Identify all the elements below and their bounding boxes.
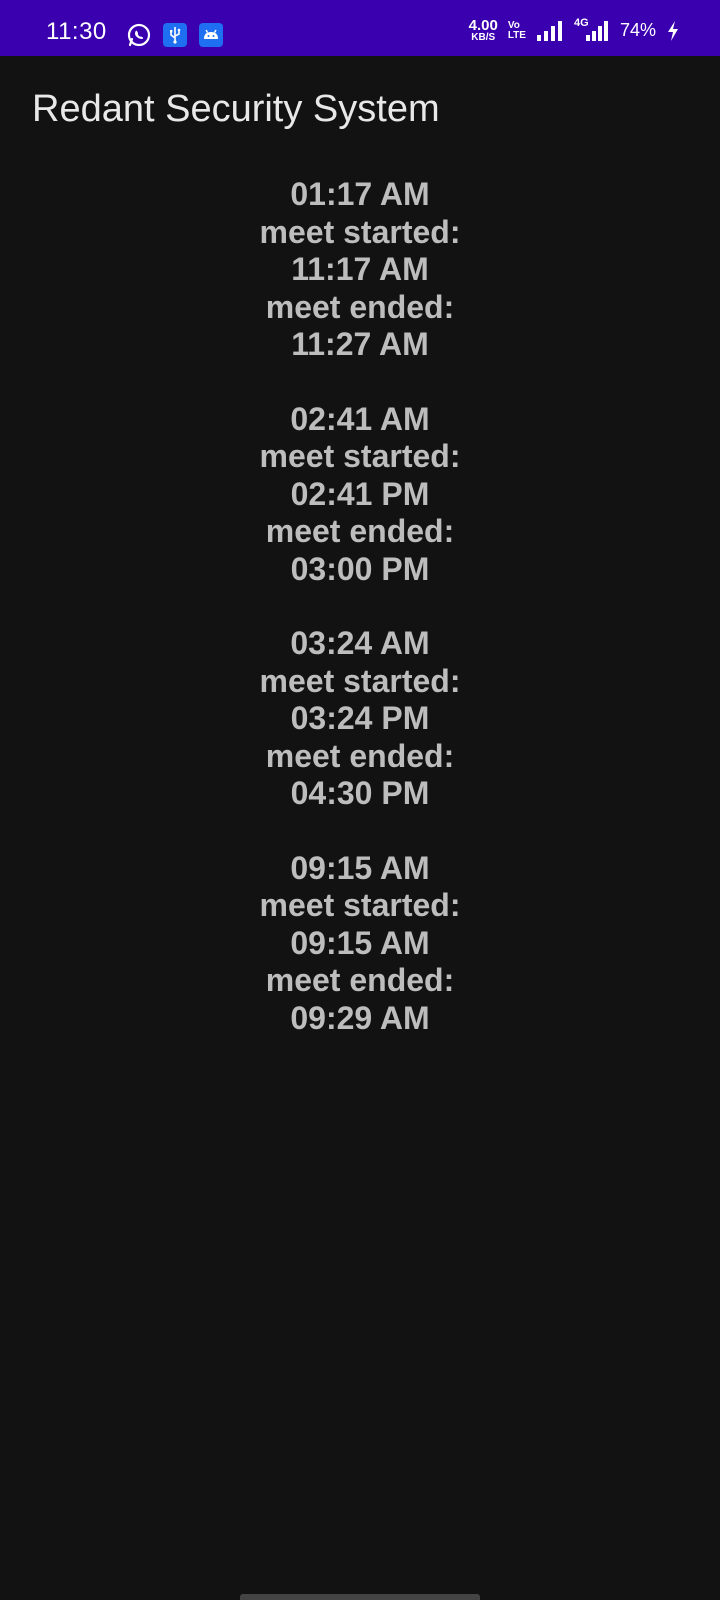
meet-ended-label: meet ended: bbox=[265, 513, 455, 549]
entry-time: 02:41 AM bbox=[290, 400, 430, 437]
signal-icon bbox=[536, 20, 562, 41]
meet-started-label: meet started: bbox=[259, 438, 461, 474]
entry-time: 09:15 AM bbox=[290, 849, 430, 886]
meet-started-time: 02:41 PM bbox=[290, 475, 430, 512]
meet-ended-label: meet ended: bbox=[265, 962, 455, 998]
meet-ended-time: 09:29 AM bbox=[290, 999, 430, 1036]
usb-icon bbox=[163, 23, 187, 47]
meet-started-label: meet started: bbox=[259, 887, 461, 923]
meet-started-label: meet started: bbox=[259, 213, 461, 250]
whatsapp-icon bbox=[127, 23, 151, 47]
system-indicators: 4.00 KB/S Vo LTE 4G 74% bbox=[468, 17, 680, 43]
battery-percent: 74% bbox=[619, 20, 656, 40]
meet-started-time: 03:24 PM bbox=[290, 700, 430, 736]
log-entry: 02:41 AM meet started: 02:41 PM meet end… bbox=[0, 401, 720, 589]
meet-ended-label: meet ended: bbox=[265, 737, 455, 774]
gesture-navigation-bar[interactable] bbox=[240, 1594, 480, 1600]
meet-ended-label: meet ended: bbox=[265, 288, 455, 325]
meet-ended-time: 03:00 PM bbox=[290, 550, 430, 587]
status-time: 11:30 bbox=[46, 18, 107, 45]
entry-time: 03:24 AM bbox=[290, 625, 430, 661]
network-speed: 4.00 KB/S bbox=[468, 17, 498, 43]
android-debug-icon bbox=[199, 23, 223, 47]
meet-started-label: meet started: bbox=[259, 662, 461, 699]
meet-started-time: 09:15 AM bbox=[290, 924, 430, 961]
notification-icons bbox=[126, 22, 224, 48]
meet-started-time: 11:17 AM bbox=[291, 251, 429, 287]
charging-icon bbox=[668, 20, 678, 41]
log-entry: 03:24 AM meet started: 03:24 PM meet end… bbox=[0, 625, 720, 813]
entry-time: 01:17 AM bbox=[290, 176, 430, 212]
app-title: Redant Security System bbox=[32, 88, 440, 130]
meet-ended-time: 04:30 PM bbox=[290, 775, 430, 811]
log-entry: 01:17 AM meet started: 11:17 AM meet end… bbox=[0, 176, 720, 364]
signal-4g-icon: 4G bbox=[574, 17, 610, 42]
status-bar: 11:30 4.00 KB/S Vo LTE 4G 74% bbox=[0, 0, 720, 56]
meet-ended-time: 11:27 AM bbox=[291, 326, 429, 362]
volte-indicator: Vo LTE bbox=[507, 19, 526, 41]
meeting-log-list[interactable]: 01:17 AM meet started: 11:17 AM meet end… bbox=[0, 176, 720, 1074]
log-entry: 09:15 AM meet started: 09:15 AM meet end… bbox=[0, 850, 720, 1038]
